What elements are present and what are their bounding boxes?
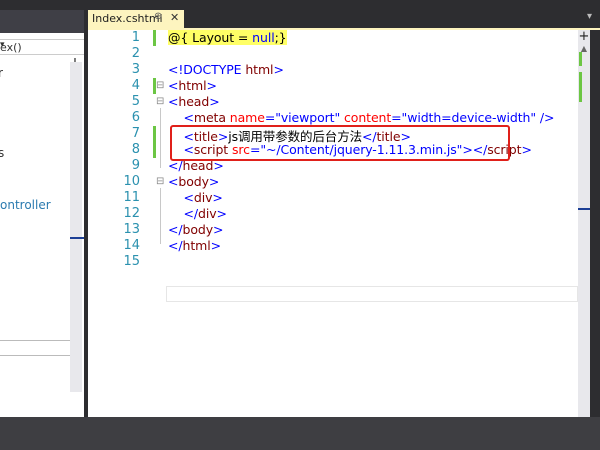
document-tab-bar: Index.cshtml ⊕ ✕ ▾ — [88, 10, 600, 28]
code-token: div — [193, 190, 213, 205]
line-number: 13 — [123, 222, 140, 237]
window-edge — [590, 30, 600, 417]
chevron-down-icon: ▾ — [0, 40, 5, 50]
fold-guide — [160, 108, 161, 168]
title-strip — [0, 0, 600, 10]
left-scrollbar[interactable] — [70, 62, 82, 392]
tree-item-fragment: r — [0, 66, 3, 80]
collapse-icon[interactable]: ⊟ — [156, 176, 164, 187]
code-token: < — [168, 110, 194, 125]
status-area — [0, 417, 600, 450]
member-dropdown[interactable]: ex() ▾ — [0, 39, 84, 55]
code-line[interactable]: <body> — [168, 174, 219, 189]
code-line[interactable]: </html> — [168, 238, 221, 253]
code-line[interactable]: <html> — [168, 78, 217, 93]
code-token: /> — [539, 110, 555, 125]
code-line[interactable]: </body> — [168, 222, 223, 237]
code-token: name — [229, 110, 265, 125]
collapse-icon[interactable]: ⊟ — [156, 96, 164, 107]
code-line[interactable]: @{ Layout = null;} — [168, 30, 287, 45]
code-token: <!DOCTYPE — [168, 62, 246, 77]
tab-index-cshtml[interactable]: Index.cshtml ⊕ ✕ — [88, 10, 184, 28]
code-token: > — [521, 142, 532, 157]
collapse-icon[interactable]: ⊟ — [156, 80, 164, 91]
tab-overflow-icon[interactable]: ▾ — [587, 11, 592, 22]
code-line[interactable]: <!DOCTYPE html> — [168, 62, 284, 77]
code-token: > — [213, 222, 224, 237]
code-token: < — [168, 78, 179, 93]
line-number: 12 — [123, 206, 140, 221]
change-marker — [153, 126, 156, 158]
scrollbar-change-marker — [579, 72, 582, 102]
line-number: 11 — [123, 190, 140, 205]
code-token: > — [209, 94, 220, 109]
tree-item-controller[interactable]: ontroller — [0, 198, 51, 212]
code-token: null — [252, 30, 275, 45]
code-token: < — [168, 94, 179, 109]
code-token: </ — [168, 206, 198, 221]
code-token: > — [208, 174, 220, 189]
code-token: > — [210, 238, 221, 253]
tab-label: Index.cshtml — [92, 12, 163, 25]
code-token: @{ — [168, 30, 193, 45]
code-token: </ — [168, 222, 183, 237]
line-number: 10 — [123, 174, 140, 189]
tree-item-fragment: s — [0, 146, 5, 160]
line-number: 6 — [131, 110, 140, 125]
code-token: < — [168, 174, 179, 189]
code-token: html — [182, 238, 211, 253]
line-number: 2 — [131, 46, 140, 61]
code-token: = — [391, 110, 402, 125]
code-line[interactable]: <meta name="viewport" content="width=dev… — [168, 110, 554, 125]
annotation-highlight-box — [170, 125, 510, 161]
line-number: 9 — [131, 158, 140, 173]
panel-header — [0, 10, 84, 33]
line-number: 3 — [131, 62, 140, 77]
close-icon[interactable]: ✕ — [170, 11, 179, 24]
line-number: 4 — [131, 78, 140, 93]
line-number: 5 — [131, 94, 140, 109]
code-token: = — [234, 30, 253, 45]
split-editor-icon[interactable]: + — [578, 30, 590, 44]
line-number: 7 — [131, 126, 140, 141]
code-token: body — [182, 222, 214, 237]
pin-icon[interactable]: ⊕ — [154, 11, 162, 22]
code-line[interactable]: <head> — [168, 94, 220, 109]
code-token: body — [178, 174, 209, 189]
code-editor[interactable]: 1 2 3 4 5 6 7 8 9 10 11 12 13 14 15 ⊟ ⊟ ⊟ @{ Layout = … — [88, 30, 578, 417]
code-token: > — [216, 206, 227, 221]
code-line[interactable]: <div> — [168, 190, 223, 205]
left-scrollbar-marker — [70, 237, 84, 239]
code-token: html — [178, 78, 207, 93]
line-number: 15 — [123, 254, 140, 269]
code-token: head — [178, 94, 210, 109]
scrollbar-position-marker — [578, 208, 590, 210]
code-token: Layout — [192, 30, 235, 45]
code-token: div — [197, 206, 217, 221]
current-line-indicator — [166, 286, 578, 302]
code-token: meta — [193, 110, 230, 125]
fold-guide — [160, 188, 161, 244]
code-token: > — [212, 190, 223, 205]
code-token: content — [344, 110, 392, 125]
line-number: 14 — [123, 238, 140, 253]
line-number-gutter: 1 2 3 4 5 6 7 8 9 10 11 12 13 14 15 — [88, 30, 148, 417]
code-token: </ — [168, 238, 183, 253]
code-token: > — [273, 62, 284, 77]
code-token: "viewport" — [275, 110, 344, 125]
code-line[interactable]: </div> — [168, 206, 227, 221]
line-number: 8 — [131, 142, 140, 157]
change-marker — [153, 30, 156, 46]
code-token: = — [264, 110, 276, 125]
code-token: < — [168, 190, 194, 205]
code-token: html — [245, 62, 274, 77]
code-token: ;} — [274, 30, 287, 45]
panel-divider — [0, 340, 70, 356]
code-token: > — [206, 78, 217, 93]
scrollbar-change-marker — [579, 52, 582, 66]
code-token: "width=device-width" — [401, 110, 540, 125]
line-number: 1 — [131, 30, 140, 45]
